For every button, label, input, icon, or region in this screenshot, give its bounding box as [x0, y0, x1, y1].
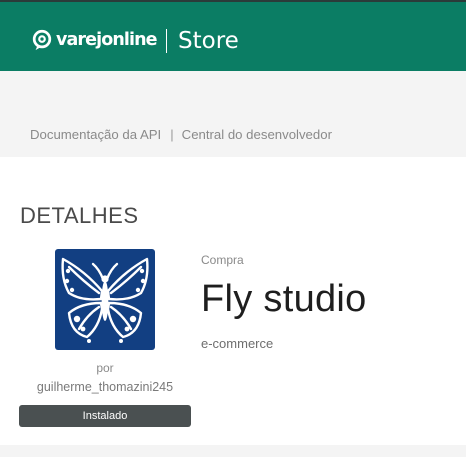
store-title: Store [178, 28, 239, 54]
logo-wordmark: varejonline [56, 30, 158, 50]
author-name[interactable]: guilherme_thomazini245 [19, 379, 191, 395]
app-name: Fly studio [201, 278, 367, 320]
author-prefix: por [96, 361, 114, 375]
developer-links: Documentação da API | Central do desenvolv… [30, 126, 332, 144]
status-badge: Instalado [19, 405, 191, 427]
developer-center-link[interactable]: Central do desenvolvedor [182, 127, 332, 142]
purchase-type: Compra [201, 253, 244, 267]
developer-links-bar [0, 71, 466, 158]
top-header: varejonline Store [0, 0, 466, 71]
header-divider [166, 29, 167, 53]
varejonline-logo[interactable]: varejonline [31, 27, 158, 53]
app-icon [55, 249, 155, 350]
link-separator: | [170, 127, 174, 142]
api-docs-link[interactable]: Documentação da API [30, 127, 161, 142]
butterfly-icon [61, 257, 149, 343]
app-category: e-commerce [201, 336, 274, 351]
varejonline-logo-icon [32, 29, 52, 51]
details-heading: DETALHES [20, 203, 139, 228]
